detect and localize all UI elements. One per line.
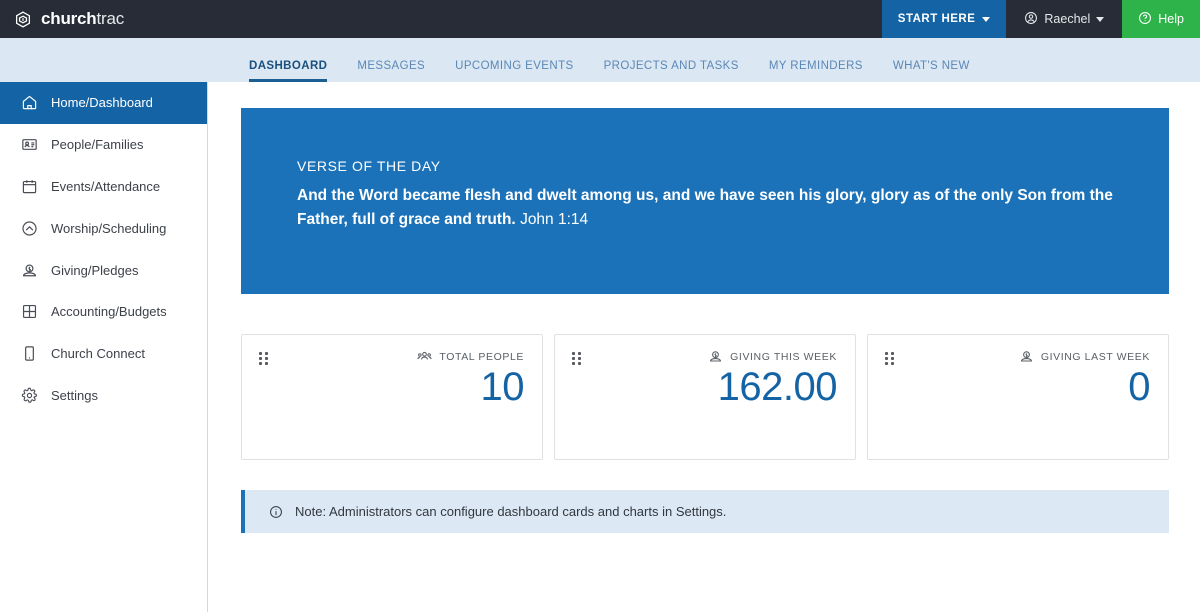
chevron-up-circle-icon (20, 219, 38, 237)
sidebar-item-accounting-budgets[interactable]: Accounting/Budgets (0, 291, 207, 333)
drag-handle-icon[interactable] (885, 352, 894, 366)
verse-label: VERSE OF THE DAY (297, 158, 441, 174)
tab-my-reminders[interactable]: MY REMINDERS (754, 60, 878, 82)
gear-icon (20, 386, 38, 404)
stat-card-header: GIVING LAST WEEK (886, 349, 1150, 364)
sidebar-item-giving-pledges[interactable]: Giving/Pledges (0, 249, 207, 291)
stat-card-giving-this-week[interactable]: GIVING THIS WEEK 162.00 (554, 334, 856, 460)
sidebar-item-label: Home/Dashboard (51, 95, 153, 111)
stat-cards: TOTAL PEOPLE 10 GIVING THIS WEEK 162.00 (241, 334, 1169, 460)
calendar-icon (20, 177, 38, 195)
brand-text-light: trac (96, 9, 125, 28)
verse-body: And the Word became flesh and dwelt amon… (297, 184, 1113, 233)
help-button[interactable]: Help (1122, 0, 1200, 38)
sidebar-item-events-attendance[interactable]: Events/Attendance (0, 166, 207, 208)
user-menu-button[interactable]: Raechel (1006, 0, 1122, 38)
sidebar-item-label: Settings (51, 387, 98, 403)
sidebar-item-people-families[interactable]: People/Families (0, 124, 207, 166)
info-note-text: Note: Administrators can configure dashb… (295, 504, 727, 519)
help-label: Help (1158, 12, 1184, 26)
verse-of-the-day-banner: VERSE OF THE DAY And the Word became fle… (241, 108, 1169, 294)
stat-card-total-people[interactable]: TOTAL PEOPLE 10 (241, 334, 543, 460)
stat-card-header: GIVING THIS WEEK (573, 349, 837, 364)
question-circle-icon (1138, 11, 1152, 28)
verse-text: And the Word became flesh and dwelt amon… (297, 187, 1113, 229)
mobile-phone-icon (20, 345, 38, 363)
user-menu-label: Raechel (1044, 12, 1091, 26)
stat-card-label: TOTAL PEOPLE (439, 350, 524, 363)
stat-card-label: GIVING LAST WEEK (1040, 350, 1150, 363)
drag-handle-icon[interactable] (259, 352, 268, 366)
caret-down-icon (1096, 16, 1105, 22)
start-here-button[interactable]: START HERE (881, 0, 1007, 38)
stat-card-giving-last-week[interactable]: GIVING LAST WEEK 0 (867, 334, 1169, 460)
grid-table-icon (20, 303, 38, 321)
brand-text: churchtrac (41, 9, 124, 29)
brand-logo[interactable]: churchtrac (0, 0, 124, 38)
stat-card-label: GIVING THIS WEEK (730, 350, 837, 363)
id-card-icon (20, 136, 38, 154)
main-content: VERSE OF THE DAY And the Word became fle… (209, 82, 1200, 612)
brand-text-bold: church (41, 9, 97, 28)
stat-card-header: TOTAL PEOPLE (260, 349, 524, 364)
sidebar-item-label: Church Connect (51, 346, 145, 362)
stat-card-value: 0 (1128, 365, 1150, 409)
stat-card-value: 10 (480, 365, 525, 409)
donation-icon (1019, 349, 1034, 364)
sidebar-item-label: Worship/Scheduling (51, 220, 167, 236)
info-note-banner: Note: Administrators can configure dashb… (241, 490, 1169, 533)
sidebar-item-label: People/Families (51, 137, 144, 153)
donation-icon (20, 261, 38, 279)
sidebar-item-home-dashboard[interactable]: Home/Dashboard (0, 82, 207, 124)
tab-whats-new[interactable]: WHAT'S NEW (878, 60, 985, 82)
sidebar-item-label: Giving/Pledges (51, 262, 139, 278)
sidebar-item-worship-scheduling[interactable]: Worship/Scheduling (0, 207, 207, 249)
sidebar-item-settings[interactable]: Settings (0, 375, 207, 417)
tab-upcoming-events[interactable]: UPCOMING EVENTS (440, 60, 588, 82)
sidebar: Home/Dashboard People/Families Events/At… (0, 82, 208, 612)
verse-reference: John 1:14 (520, 211, 589, 229)
hexagon-logo-icon (14, 10, 32, 28)
top-bar: churchtrac START HERE Raechel Help (0, 0, 1200, 38)
sub-navigation: DASHBOARD MESSAGES UPCOMING EVENTS PROJE… (0, 38, 1200, 82)
sidebar-item-label: Accounting/Budgets (51, 304, 167, 320)
tab-messages[interactable]: MESSAGES (342, 60, 440, 82)
stat-card-value: 162.00 (717, 365, 838, 409)
user-circle-icon (1024, 11, 1038, 28)
drag-handle-icon[interactable] (572, 352, 581, 366)
start-here-label: START HERE (897, 13, 976, 25)
caret-down-icon (982, 16, 991, 22)
donation-icon (708, 349, 723, 364)
sidebar-item-label: Events/Attendance (51, 178, 161, 194)
sidebar-item-church-connect[interactable]: Church Connect (0, 333, 207, 375)
home-icon (20, 94, 38, 112)
tab-projects-and-tasks[interactable]: PROJECTS AND TASKS (589, 60, 754, 82)
people-group-icon (417, 349, 433, 364)
info-circle-icon (269, 505, 283, 519)
tab-dashboard[interactable]: DASHBOARD (249, 60, 342, 82)
